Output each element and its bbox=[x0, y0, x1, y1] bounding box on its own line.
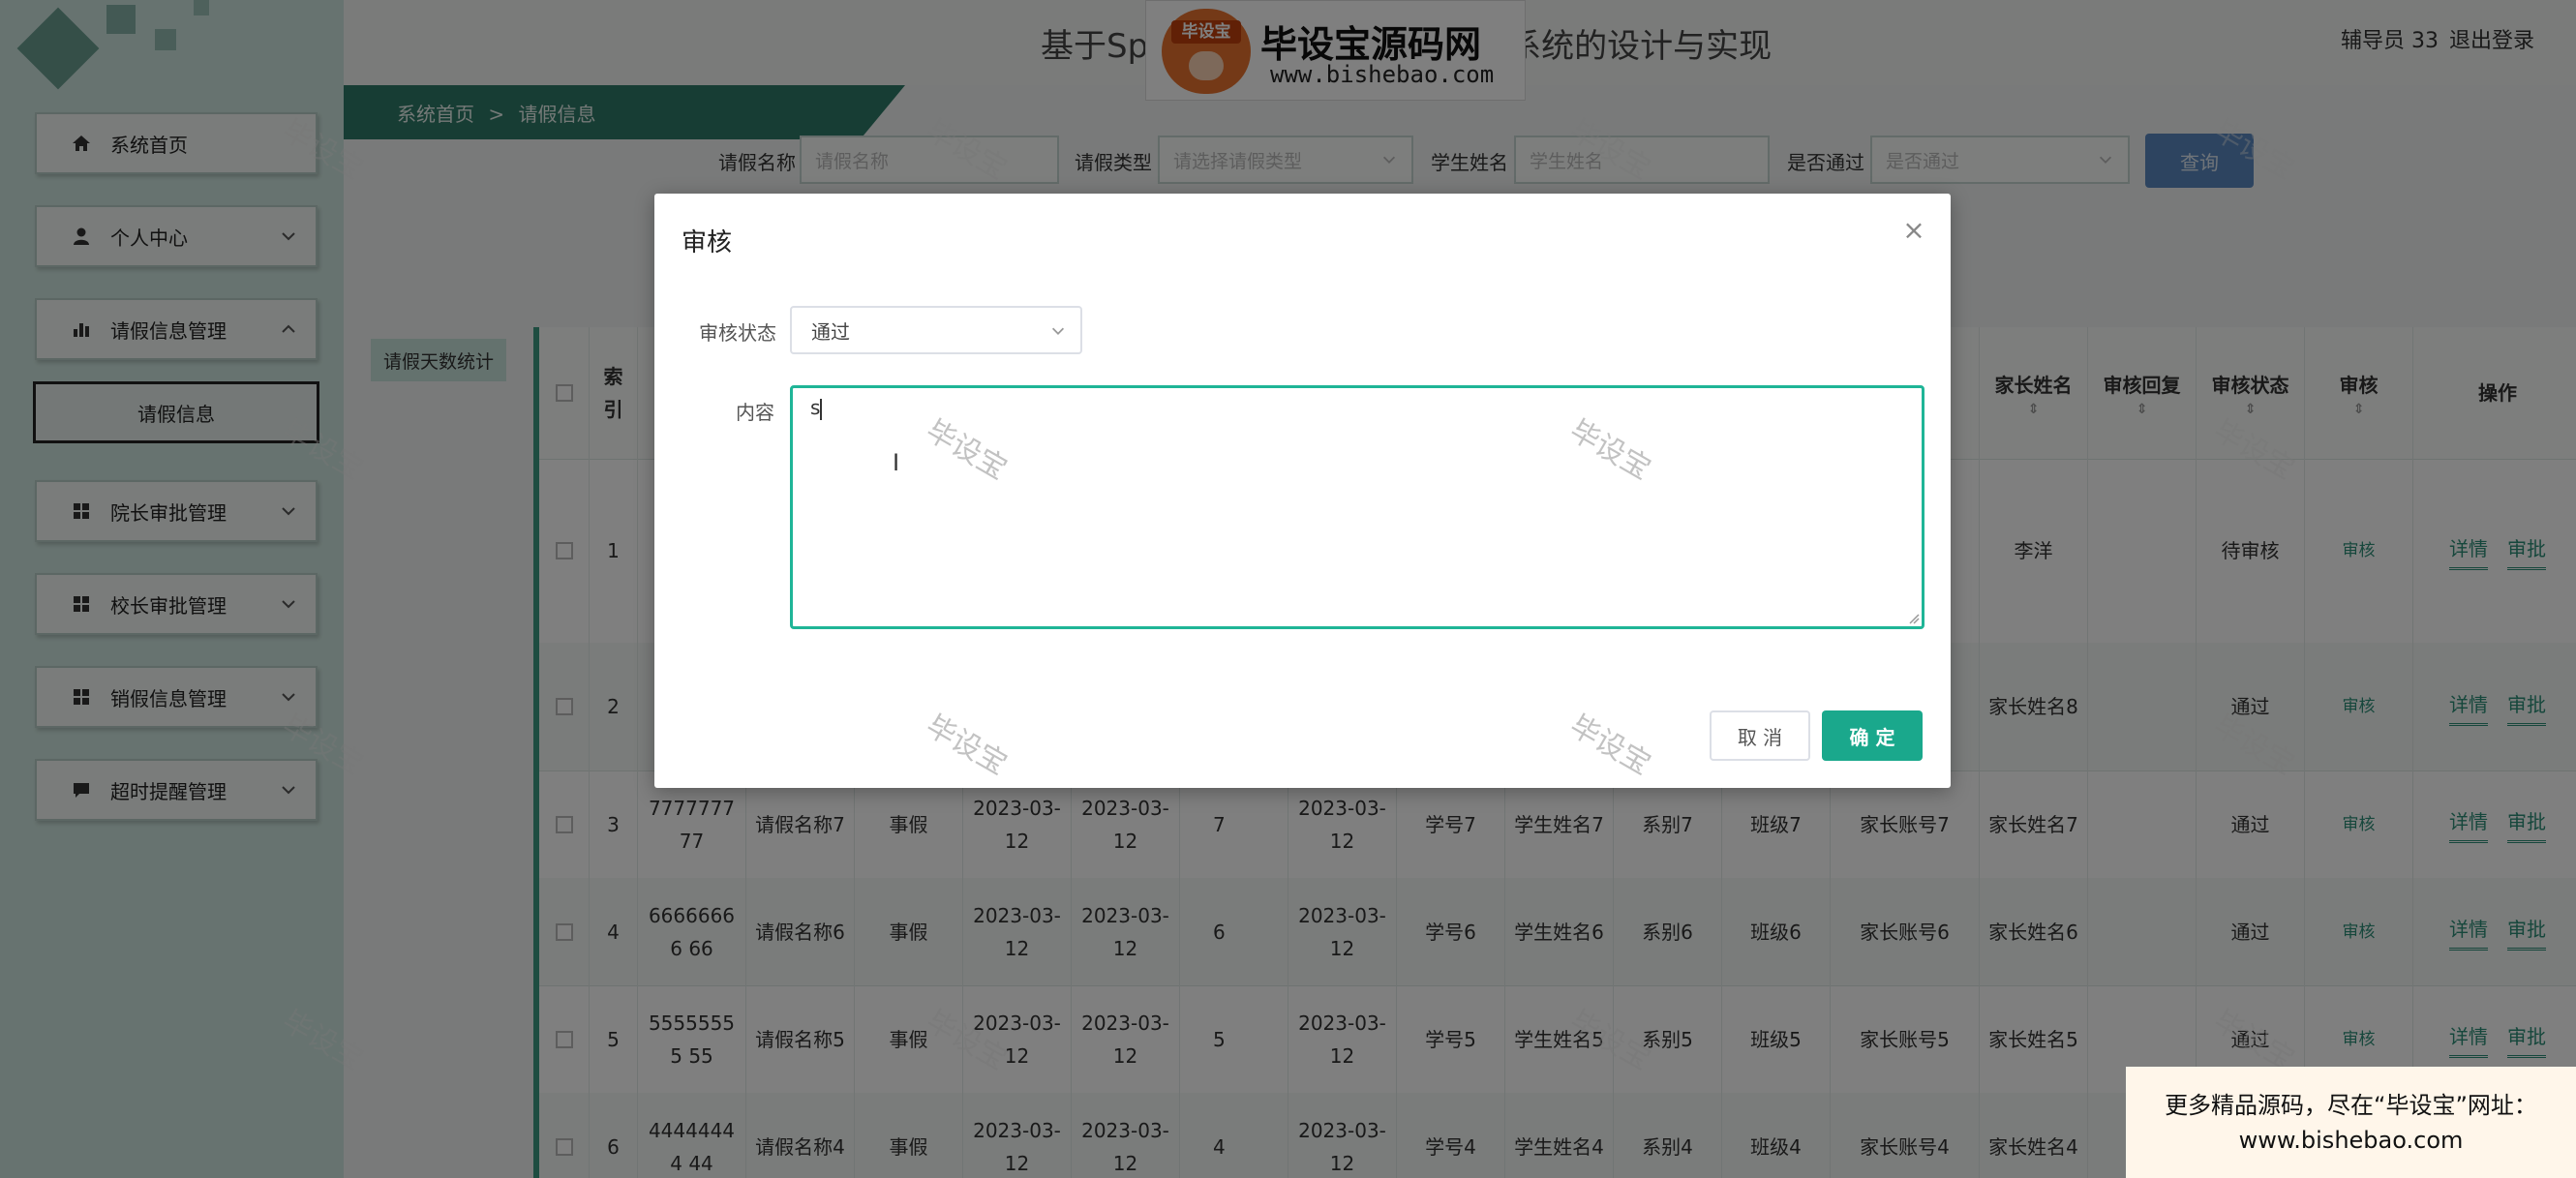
close-icon[interactable]: × bbox=[1900, 217, 1927, 244]
chevron-down-icon bbox=[1051, 327, 1065, 335]
resize-handle-icon[interactable] bbox=[1908, 613, 1920, 624]
text-cursor-icon: I bbox=[893, 449, 900, 476]
audit-dialog: 审核 × 审核状态 通过 内容 s I 取 消 确 定 bbox=[654, 194, 1951, 788]
audit-status-label: 审核状态 bbox=[699, 321, 776, 345]
audit-status-select[interactable]: 通过 bbox=[790, 306, 1082, 354]
promo-line1: 更多精品源码，尽在“毕设宝”网址： bbox=[2165, 1091, 2537, 1119]
confirm-button[interactable]: 确 定 bbox=[1822, 710, 1923, 761]
content-label: 内容 bbox=[736, 401, 774, 424]
cancel-button[interactable]: 取 消 bbox=[1710, 710, 1810, 761]
text-caret bbox=[820, 398, 823, 420]
promo-url: www.bishebao.com bbox=[2238, 1126, 2464, 1154]
promo-banner: 更多精品源码，尽在“毕设宝”网址： www.bishebao.com bbox=[2126, 1067, 2576, 1178]
dialog-title: 审核 bbox=[682, 228, 733, 257]
